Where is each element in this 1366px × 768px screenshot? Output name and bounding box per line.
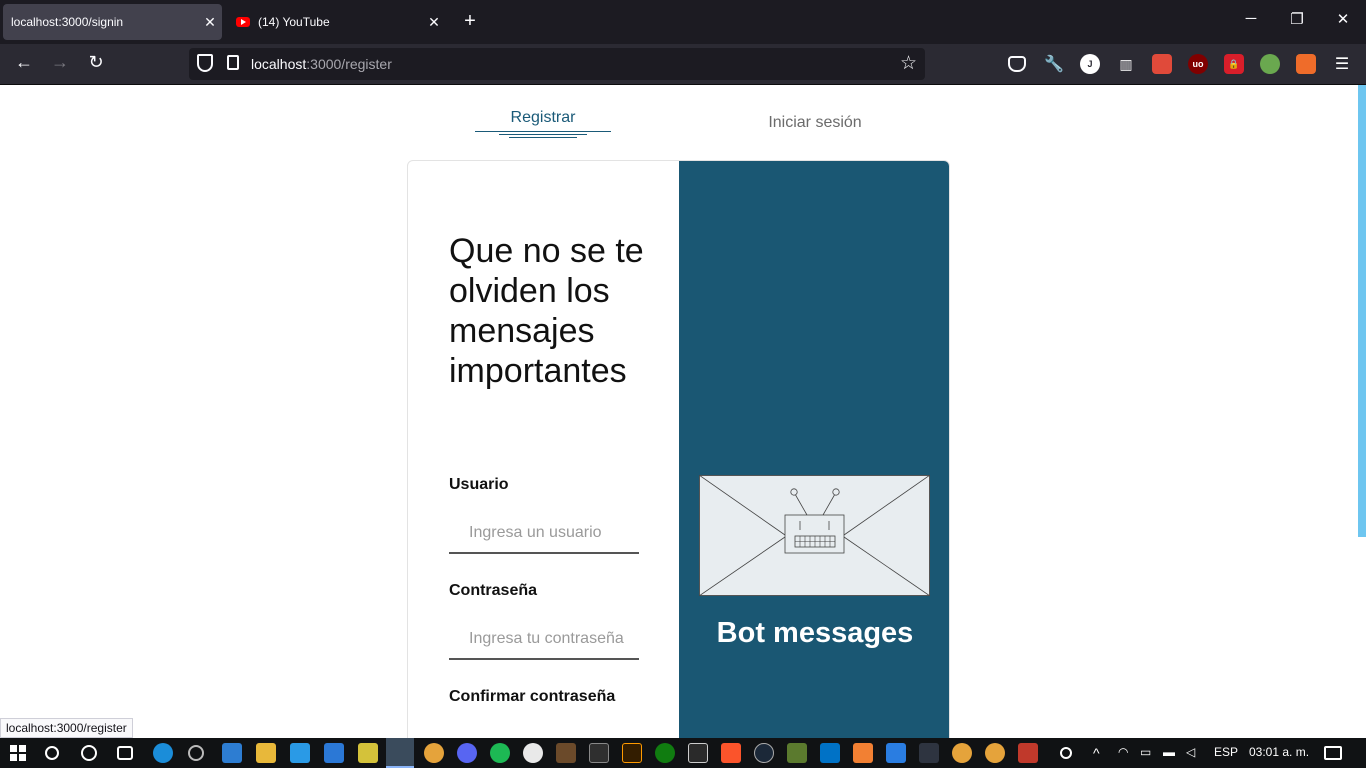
menu-icon[interactable]: ☰: [1332, 54, 1352, 74]
file-explorer-icon[interactable]: [256, 743, 276, 763]
extension-puzzle-icon[interactable]: [1152, 54, 1172, 74]
address-bar[interactable]: localhost:3000/register ☆: [189, 48, 925, 80]
register-form: Que no se te olviden los mensajes import…: [408, 161, 680, 738]
ublock-icon[interactable]: uo: [1188, 54, 1208, 74]
page-content: Registrar Iniciar sesión Que no se te ol…: [0, 85, 1366, 738]
hero-title: Bot messages: [716, 617, 914, 649]
lock-extension-icon[interactable]: 🔒: [1224, 54, 1244, 74]
spotify-icon[interactable]: [490, 743, 510, 763]
language-indicator[interactable]: ESP: [1214, 745, 1238, 759]
active-tab-underline: [499, 134, 587, 135]
bot-envelope-icon: [699, 475, 930, 596]
youtube-icon: [236, 17, 250, 27]
back-arrow-icon[interactable]: ←: [11, 52, 37, 73]
wifi-icon[interactable]: ◠: [1118, 745, 1128, 759]
forward-arrow-icon[interactable]: →: [47, 52, 73, 73]
firefox-icon[interactable]: [386, 738, 414, 768]
steam-icon[interactable]: [754, 743, 774, 763]
chrome-icon[interactable]: [985, 743, 1005, 763]
minimize-icon[interactable]: ─: [1236, 10, 1266, 27]
chevron-up-icon[interactable]: ^: [1093, 745, 1100, 761]
password-field[interactable]: [449, 620, 639, 660]
terminal-icon[interactable]: [589, 743, 609, 763]
close-tab-icon[interactable]: ✕: [422, 14, 446, 31]
username-label: Usuario: [449, 476, 509, 493]
volume-icon[interactable]: ◁: [1186, 745, 1195, 759]
discord-icon[interactable]: [457, 743, 477, 763]
cypress-icon[interactable]: [919, 743, 939, 763]
windows-start-icon[interactable]: [10, 745, 26, 761]
task-view-icon[interactable]: [117, 746, 133, 760]
password-label: Contraseña: [449, 582, 538, 599]
tab-register[interactable]: Registrar: [475, 109, 611, 127]
network-icon[interactable]: ▭: [1140, 745, 1151, 759]
chrome-icon[interactable]: [424, 743, 444, 763]
xampp-icon[interactable]: [853, 743, 873, 763]
minecraft-icon[interactable]: [556, 743, 576, 763]
active-tab-underline: [509, 137, 577, 138]
app-icon[interactable]: [1018, 743, 1038, 763]
url-text: localhost:3000/register: [251, 56, 392, 72]
wrench-icon[interactable]: 🔧: [1044, 54, 1064, 74]
restore-icon[interactable]: ❐: [1282, 10, 1312, 28]
pocket-icon[interactable]: [1008, 56, 1026, 72]
tab-login[interactable]: Iniciar sesión: [747, 114, 883, 132]
slack-icon[interactable]: [523, 743, 543, 763]
app-icon[interactable]: [787, 743, 807, 763]
page-icon[interactable]: [227, 55, 239, 70]
username-field[interactable]: [449, 514, 639, 554]
xbox-icon[interactable]: [655, 743, 675, 763]
browser-tab-bar: localhost:3000/signin ✕ (14) YouTube ✕ +…: [0, 0, 1366, 44]
status-url-tooltip: localhost:3000/register: [0, 718, 133, 738]
todo-icon[interactable]: [886, 743, 906, 763]
notifications-icon[interactable]: [1324, 746, 1342, 760]
chrome-icon[interactable]: [952, 743, 972, 763]
tab-label: (14) YouTube: [258, 15, 330, 29]
username-input[interactable]: [449, 514, 639, 552]
active-tab-underline: [475, 131, 611, 132]
tab-signin[interactable]: localhost:3000/signin ✕: [3, 4, 222, 40]
shield-icon[interactable]: [197, 54, 213, 72]
tab-youtube[interactable]: (14) YouTube ✕: [228, 4, 446, 40]
app-icon[interactable]: [188, 745, 204, 761]
tab-label: localhost:3000/signin: [11, 15, 124, 29]
app-icon[interactable]: [358, 743, 378, 763]
reload-icon[interactable]: ↻: [83, 52, 109, 73]
close-tab-icon[interactable]: ✕: [198, 14, 222, 31]
search-icon[interactable]: [45, 746, 59, 760]
windows-taskbar: ^ ◠ ▭ ▬ ◁ ESP 03:01 a. m.: [0, 738, 1366, 768]
brave-icon[interactable]: [721, 743, 741, 763]
vscode-icon[interactable]: [290, 743, 310, 763]
new-tab-button[interactable]: +: [458, 10, 482, 33]
scrollbar[interactable]: [1358, 85, 1366, 537]
frog-extension-icon[interactable]: [1260, 54, 1280, 74]
people-icon[interactable]: [1060, 747, 1072, 759]
hero-panel: Bot messages: [679, 161, 949, 738]
illustrator-icon[interactable]: [622, 743, 642, 763]
outlook-icon[interactable]: [820, 743, 840, 763]
close-window-icon[interactable]: ✕: [1328, 10, 1358, 28]
extension-grid-icon[interactable]: ▥: [1116, 54, 1136, 74]
cortana-icon[interactable]: [81, 745, 97, 761]
form-headline: Que no se te olviden los mensajes import…: [449, 232, 644, 390]
translate-extension-icon[interactable]: [1296, 54, 1316, 74]
register-card: Que no se te olviden los mensajes import…: [407, 160, 950, 738]
browser-nav-bar: ← → ↻ localhost:3000/register ☆ 🔧 J ▥ uo…: [0, 44, 1366, 85]
store-icon[interactable]: [222, 743, 242, 763]
clock[interactable]: 03:01 a. m.: [1249, 745, 1309, 759]
edge-icon[interactable]: [153, 743, 173, 763]
url-host: localhost: [251, 56, 307, 72]
url-path: :3000/register: [306, 56, 392, 72]
password-input[interactable]: [449, 620, 639, 658]
bookmark-star-icon[interactable]: ☆: [900, 52, 917, 75]
battery-icon[interactable]: ▬: [1163, 745, 1175, 759]
confirm-password-label: Confirmar contraseña: [449, 688, 616, 705]
extension-j-icon[interactable]: J: [1080, 54, 1100, 74]
mail-icon[interactable]: [324, 743, 344, 763]
epic-games-icon[interactable]: [688, 743, 708, 763]
